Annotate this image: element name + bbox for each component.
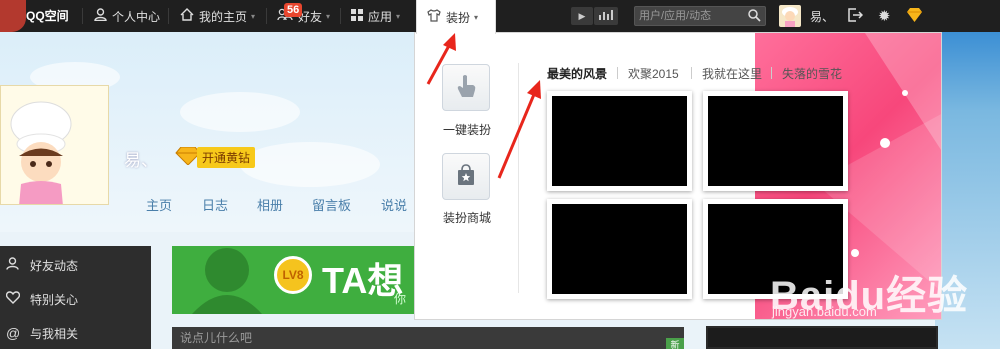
username-label[interactable]: 易、: [810, 0, 834, 32]
cloud-decoration: [180, 92, 300, 132]
nav-my-home-label: 我的主页: [199, 9, 248, 24]
nav-personal-center[interactable]: 个人中心: [94, 0, 160, 32]
theme-tab-lost-snowflake[interactable]: 失落的雪花: [782, 65, 842, 82]
cloud-decoration: [240, 142, 380, 187]
chevron-down-icon: ▾: [251, 11, 256, 21]
divider: [168, 8, 169, 24]
search-placeholder: 用户/应用/动态: [639, 10, 712, 22]
sidebar-item-label: 特别关心: [30, 292, 79, 307]
gear-icon: ✹: [878, 8, 891, 25]
chevron-down-icon: ▾: [326, 11, 331, 21]
dress-up-mall-label: 装扮商城: [442, 211, 491, 225]
profile-avatar[interactable]: [0, 85, 109, 205]
profile-nickname: 易、: [124, 151, 158, 170]
baidu-watermark-url: jingyan.baidu.com: [772, 304, 877, 319]
chevron-down-icon: ▾: [474, 12, 479, 22]
nav-apps[interactable]: 应用 ▾: [351, 0, 400, 32]
at-icon: @: [6, 325, 21, 341]
qzone-logo-icon: [0, 0, 26, 32]
divider: [771, 67, 772, 79]
hand-pointer-icon: [455, 74, 477, 101]
chevron-down-icon: ▾: [396, 11, 401, 21]
nav-personal-center-label: 个人中心: [112, 9, 161, 24]
divider: [340, 8, 341, 24]
top-navigation-bar: QQ空间 个人中心 我的主页 ▾ 好友 ▾ 56 应用 ▾ ▶ 用户/应用/动态…: [0, 0, 1000, 32]
sidebar-item-label: 与我相关: [30, 326, 79, 341]
nav-dress-up[interactable]: 装扮 ▾: [416, 0, 496, 34]
open-yellow-diamond-label: 开通黄钻: [197, 146, 256, 168]
logout-button[interactable]: [848, 0, 864, 32]
shopping-bag-icon: [456, 164, 476, 189]
user-icon: [94, 8, 107, 24]
profile-tab-blog[interactable]: 日志: [202, 195, 228, 214]
music-equalizer-button[interactable]: [594, 7, 618, 25]
divider: [691, 67, 692, 79]
theme-thumbnail[interactable]: [703, 91, 848, 191]
banner-subtext: 你: [394, 292, 407, 306]
play-icon: ▶: [578, 10, 586, 21]
profile-tab-shuoshuo[interactable]: 说说: [381, 195, 407, 214]
theme-thumbnail-image: [552, 204, 687, 294]
user-avatar-small[interactable]: [779, 5, 801, 27]
dress-up-mall-button[interactable]: [442, 153, 490, 200]
search-icon[interactable]: [748, 9, 761, 28]
left-sidebar: 好友动态 特别关心 @ 与我相关: [0, 246, 151, 349]
sidebar-item-label: 好友动态: [30, 258, 79, 273]
yellow-diamond-button[interactable]: [906, 0, 923, 32]
equalizer-icon: [599, 9, 613, 23]
logout-icon: [848, 7, 864, 25]
one-click-dress-up-button[interactable]: [442, 64, 490, 111]
sidebar-item-special-care[interactable]: 特别关心: [0, 282, 151, 316]
sidebar-item-related-to-me[interactable]: @ 与我相关: [0, 316, 151, 349]
theme-thumbnail[interactable]: [547, 91, 692, 191]
theme-tab-gathering-2015[interactable]: 欢聚2015: [628, 65, 679, 82]
nav-dress-up-label: 装扮: [446, 10, 471, 25]
theme-thumbnail[interactable]: [547, 199, 692, 299]
open-yellow-diamond-button[interactable]: 开通黄钻: [175, 146, 256, 168]
profile-tab-guestbook[interactable]: 留言板: [312, 195, 351, 214]
friends-notification-badge: 56: [284, 3, 303, 17]
divider: [518, 63, 519, 293]
sidebar-item-friend-feed[interactable]: 好友动态: [0, 248, 151, 282]
divider: [617, 67, 618, 79]
profile-tab-album[interactable]: 相册: [257, 195, 283, 214]
new-tag: 新: [666, 338, 684, 349]
nav-my-home[interactable]: 我的主页 ▾: [180, 0, 255, 32]
grid-icon: [351, 8, 363, 24]
status-post-placeholder: 说点儿什么吧: [180, 331, 253, 345]
banner-headline: TA想: [322, 260, 404, 301]
level-badge: LV8: [274, 256, 312, 294]
status-post-input[interactable]: 说点儿什么吧: [172, 327, 684, 349]
home-icon: [180, 8, 194, 24]
heart-icon: [5, 291, 22, 307]
divider: [82, 8, 83, 24]
theme-tab-i-am-here[interactable]: 我就在这里: [702, 65, 762, 82]
nav-apps-label: 应用: [368, 9, 393, 24]
settings-button[interactable]: ✹: [878, 0, 891, 32]
one-click-dress-up-label: 一键装扮: [442, 123, 491, 137]
theme-tab-most-beautiful-scenery[interactable]: 最美的风景: [547, 65, 607, 82]
theme-thumbnail-image: [552, 96, 687, 186]
play-music-button[interactable]: ▶: [571, 7, 593, 25]
theme-thumbnail-image: [708, 96, 843, 186]
promo-banner[interactable]: LV8 TA想 你: [172, 246, 415, 314]
qzone-logo[interactable]: QQ空间: [26, 0, 69, 32]
tshirt-icon: [427, 9, 441, 25]
side-advert[interactable]: [706, 326, 938, 349]
diamond-icon: [906, 7, 923, 25]
profile-tab-home[interactable]: 主页: [146, 195, 172, 214]
user-icon: [6, 257, 22, 273]
divider: [266, 8, 267, 24]
search-input[interactable]: 用户/应用/动态: [634, 6, 766, 26]
